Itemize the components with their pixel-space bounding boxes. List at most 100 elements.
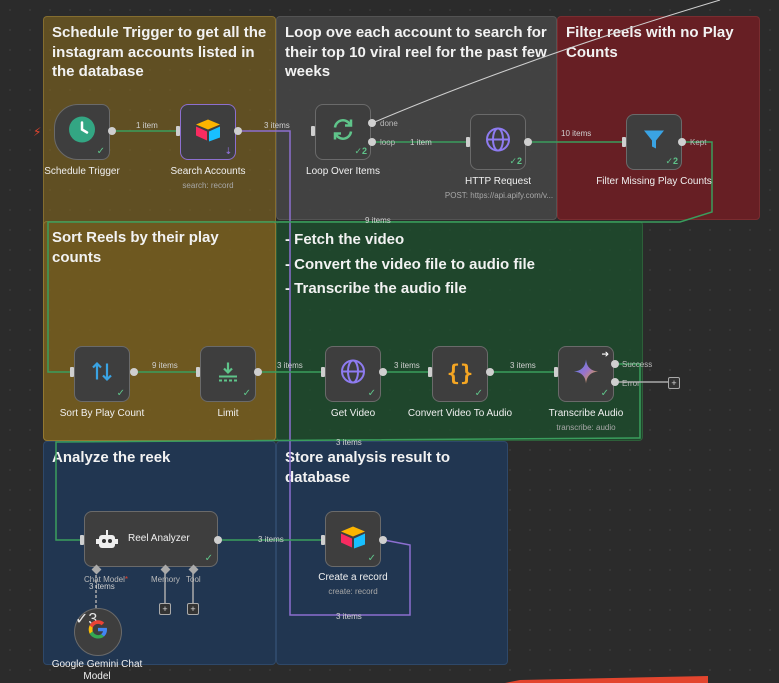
pin-icon: ⇣	[224, 146, 232, 156]
input-handle[interactable]	[321, 535, 325, 545]
code-icon: {}	[446, 361, 474, 387]
node-transcribe-audio[interactable]: ➔ ✓	[558, 346, 614, 402]
output-handle[interactable]	[486, 368, 494, 376]
edge-label-7: 3 items	[277, 361, 303, 370]
error-handle[interactable]	[611, 378, 619, 386]
add-memory-button[interactable]: +	[159, 603, 171, 615]
input-handle[interactable]	[466, 137, 470, 147]
output-handle[interactable]	[108, 127, 116, 135]
sort-icon	[90, 360, 114, 389]
node-label: Sort By Play Count	[59, 408, 145, 419]
success-check-icon: ✓	[367, 553, 376, 564]
kept-label: Kept	[690, 138, 707, 147]
run-count-badge: ✓2	[354, 146, 367, 156]
tool-label: Tool	[186, 575, 201, 584]
loop-label: loop	[380, 138, 396, 147]
add-tool-button[interactable]: +	[187, 603, 199, 615]
loop-handle[interactable]	[368, 138, 376, 146]
error-label: Error	[622, 379, 640, 388]
globe-icon	[340, 359, 366, 390]
success-check-icon: ✓	[600, 388, 609, 399]
node-search-accounts[interactable]: ⇣	[180, 104, 236, 160]
node-label: Create a record	[318, 572, 388, 583]
edge-label-2: 3 items	[264, 121, 290, 130]
filter-icon	[642, 128, 666, 157]
airtable-icon	[194, 118, 222, 147]
airtable-icon	[339, 525, 367, 554]
edge-label-13: 3 items	[336, 612, 362, 621]
node-label: Google Gemini Chat Model	[51, 659, 143, 682]
input-handle[interactable]	[80, 535, 84, 545]
edge-label-3: 1 item	[410, 138, 432, 147]
success-check-icon: ✓	[96, 146, 105, 157]
output-handle[interactable]	[524, 138, 532, 146]
success-check-icon: ✓	[367, 388, 376, 399]
clock-icon	[67, 115, 97, 150]
limit-icon	[216, 360, 240, 389]
add-error-node-button[interactable]: +	[668, 377, 680, 389]
input-handle[interactable]	[554, 367, 558, 377]
success-handle[interactable]	[611, 360, 619, 368]
run-count-badge: ✓2	[509, 156, 522, 166]
input-handle[interactable]	[622, 137, 626, 147]
memory-label: Memory	[151, 575, 180, 584]
input-handle[interactable]	[428, 367, 432, 377]
kept-handle[interactable]	[678, 138, 686, 146]
input-handle[interactable]	[311, 126, 315, 136]
output-handle[interactable]	[254, 368, 262, 376]
output-handle[interactable]	[234, 127, 242, 135]
output-handle[interactable]	[130, 368, 138, 376]
input-handle[interactable]	[321, 367, 325, 377]
output-handle[interactable]	[379, 368, 387, 376]
success-check-icon: ✓	[242, 388, 251, 399]
input-handle[interactable]	[196, 367, 200, 377]
node-label: Convert Video To Audio	[407, 408, 513, 419]
node-label: Get Video	[330, 408, 376, 419]
success-label: Success	[622, 360, 653, 369]
edge-label-10: 3 items	[336, 438, 362, 447]
arrow-icon: ➔	[601, 349, 609, 359]
trigger-bolt-icon: ⚡	[33, 125, 42, 139]
node-reel-analyzer[interactable]: Reel Analyzer ✓	[84, 511, 218, 567]
edge-label-6: 9 items	[152, 361, 178, 370]
node-subtitle: search: record	[182, 181, 234, 190]
node-subtitle: transcribe: audio	[556, 423, 616, 432]
output-handle[interactable]	[379, 536, 387, 544]
node-schedule-trigger[interactable]: ✓	[54, 104, 110, 160]
google-icon	[87, 619, 109, 646]
node-gemini-chat-model[interactable]: ✓3	[74, 608, 122, 656]
node-limit[interactable]: ✓	[200, 346, 256, 402]
success-check-icon: ✓	[204, 553, 213, 564]
node-get-video[interactable]: ✓	[325, 346, 381, 402]
edge-label-5: 9 items	[365, 216, 391, 225]
node-filter-missing[interactable]: ✓2	[626, 114, 682, 170]
chat-model-label: Chat Model*	[84, 575, 129, 584]
node-label: HTTP Request	[465, 176, 531, 187]
success-check-icon: ✓	[474, 388, 483, 399]
globe-icon	[485, 127, 511, 158]
input-handle[interactable]	[176, 126, 180, 136]
done-handle[interactable]	[368, 119, 376, 127]
gemini-icon	[573, 359, 599, 390]
node-label: Reel Analyzer	[128, 533, 190, 544]
output-handle[interactable]	[214, 536, 222, 544]
node-label: Loop Over Items	[306, 166, 380, 177]
edge-label-4: 10 items	[561, 129, 592, 138]
edge-label-11: 3 items	[258, 535, 284, 544]
node-sort[interactable]: ✓	[74, 346, 130, 402]
node-http-request[interactable]: ✓2	[470, 114, 526, 170]
run-count-badge: ✓2	[665, 156, 678, 166]
node-convert-video[interactable]: {} ✓	[432, 346, 488, 402]
node-loop-over-items[interactable]: ✓2	[315, 104, 371, 160]
node-subtitle: POST: https://api.apify.com/v...	[444, 191, 554, 200]
success-check-icon: ✓	[116, 388, 125, 399]
node-label: Limit	[217, 408, 239, 419]
node-create-record[interactable]: ✓	[325, 511, 381, 567]
edge-label-9: 3 items	[510, 361, 536, 370]
loop-icon	[329, 116, 357, 149]
input-handle[interactable]	[70, 367, 74, 377]
robot-icon	[95, 528, 119, 557]
node-label: Transcribe Audio	[548, 408, 624, 419]
node-label: Schedule Trigger	[44, 166, 120, 177]
node-label: Search Accounts	[170, 166, 246, 177]
